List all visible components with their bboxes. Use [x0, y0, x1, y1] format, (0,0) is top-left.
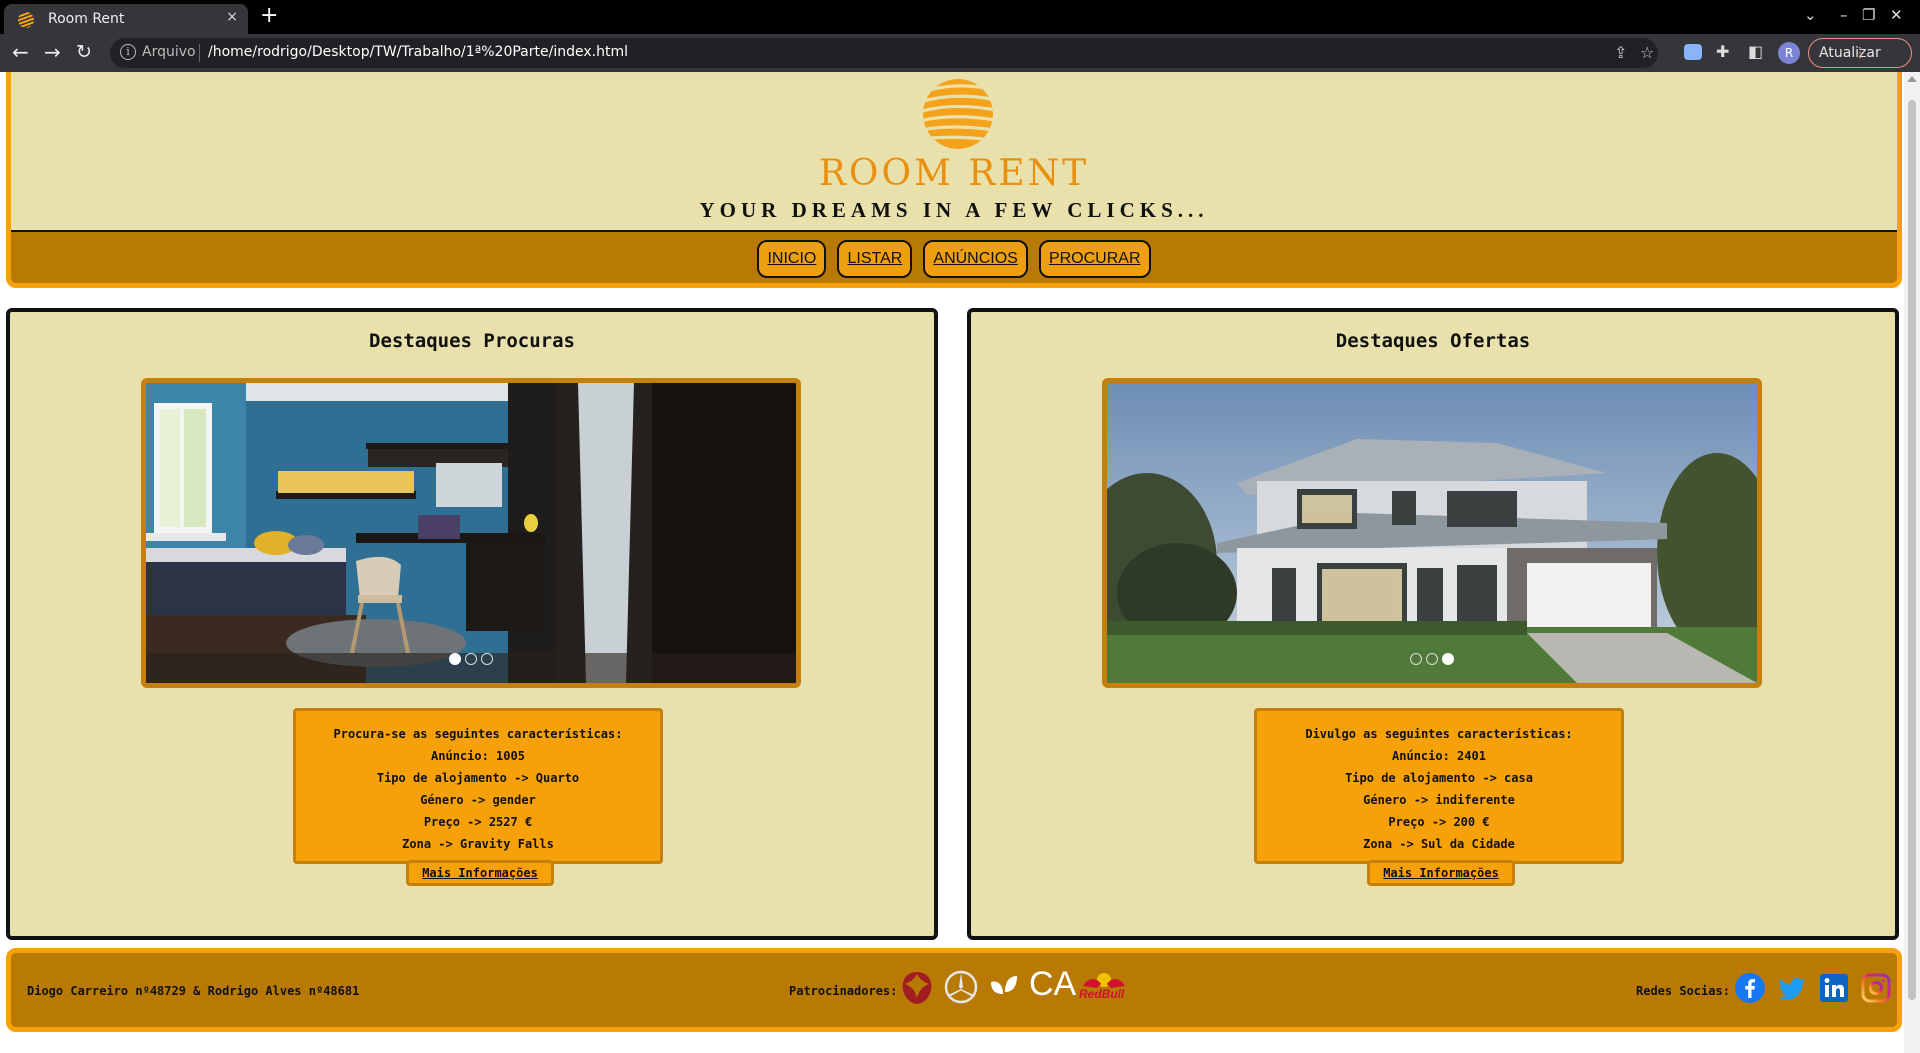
divider: [199, 44, 200, 62]
close-window-icon[interactable]: ✕: [1890, 6, 1903, 24]
nav-procurar[interactable]: PROCURAR: [1038, 240, 1151, 278]
address-bar[interactable]: i Arquivo /home/rodrigo/Desktop/TW/Traba…: [110, 38, 1658, 68]
carousel-dot[interactable]: [1426, 653, 1438, 665]
mais-informacoes-button[interactable]: Mais Informações: [406, 860, 554, 886]
scroll-up-icon[interactable]: [1907, 76, 1917, 82]
back-icon[interactable]: ←: [12, 40, 29, 64]
mais-informacoes-button[interactable]: Mais Informações: [1367, 860, 1515, 886]
carousel-dot[interactable]: [1442, 653, 1454, 665]
house-photo: [1107, 383, 1757, 683]
star-icon[interactable]: ☆: [1640, 43, 1654, 62]
scheme-label: Arquivo: [142, 44, 196, 60]
tab-search-icon[interactable]: ⌄: [1804, 6, 1817, 24]
page-viewport: ROOM RENT YOUR DREAMS IN A FEW CLICKS...…: [0, 72, 1920, 1053]
avatar[interactable]: R: [1778, 42, 1800, 64]
info-line: Tipo de alojamento -> Quarto: [376, 771, 580, 785]
forward-icon[interactable]: →: [44, 40, 61, 64]
ofertas-carousel[interactable]: [1102, 378, 1762, 688]
new-tab-button[interactable]: +: [260, 3, 278, 29]
carousel-dots: [1107, 650, 1757, 669]
site-header: ROOM RENT YOUR DREAMS IN A FEW CLICKS...…: [6, 72, 1902, 288]
minimize-icon[interactable]: –: [1840, 6, 1848, 24]
close-tab-icon[interactable]: ×: [226, 9, 238, 25]
scroll-thumb[interactable]: [1908, 100, 1916, 1000]
browser-tab[interactable]: Room Rent ×: [4, 4, 248, 34]
menu-icon[interactable]: ⋮: [1809, 39, 1911, 61]
ofertas-info-box: Divulgo as seguintes características: An…: [1254, 708, 1624, 864]
instagram-icon[interactable]: [1861, 973, 1891, 1003]
panel-title: Destaques Procuras: [369, 330, 575, 352]
carousel-dot[interactable]: [1410, 653, 1422, 665]
procuras-panel: Destaques Procuras Procura-se as seguint…: [6, 308, 938, 940]
sponsor-ca-logo[interactable]: CA: [1029, 965, 1076, 1004]
nav-anuncios[interactable]: ANÚNCIOS: [923, 240, 1028, 278]
sponsor-bird-logo[interactable]: [899, 968, 935, 1006]
info-line: Zona -> Gravity Falls: [402, 837, 554, 851]
authors-text: Diogo Carreiro nº48729 & Rodrigo Alves n…: [27, 984, 360, 998]
info-line: Zona -> Sul da Cidade: [1363, 837, 1515, 851]
update-button[interactable]: Atualizar ⋮: [1808, 38, 1912, 68]
nav-listar[interactable]: LISTAR: [837, 240, 913, 278]
sponsor-mercedes-logo[interactable]: [943, 968, 979, 1006]
facebook-icon[interactable]: [1735, 973, 1765, 1003]
ofertas-panel: Destaques Ofertas Divulgo as seguintes c…: [967, 308, 1899, 940]
restore-icon[interactable]: ❐: [1862, 6, 1875, 24]
extension-cloud-icon[interactable]: [1684, 44, 1702, 60]
procuras-info-box: Procura-se as seguintes características:…: [293, 708, 663, 864]
info-line: Anúncio: 2401: [1392, 749, 1486, 763]
bedroom-photo: [146, 383, 796, 683]
site-footer: Diogo Carreiro nº48729 & Rodrigo Alves n…: [6, 948, 1902, 1032]
info-line: Preço -> 200 €: [1388, 815, 1490, 829]
info-line: Género -> gender: [420, 793, 536, 807]
sponsor-leaf-logo[interactable]: [987, 968, 1023, 1006]
info-line: Anúncio: 1005: [431, 749, 525, 763]
share-icon[interactable]: ⇪: [1614, 43, 1627, 62]
info-icon[interactable]: i: [120, 44, 136, 60]
site-favicon-icon: [18, 12, 34, 28]
reload-icon[interactable]: ↻: [76, 40, 92, 64]
carousel-dot[interactable]: [465, 653, 477, 665]
browser-tab-strip: Room Rent × + ⌄ – ❐ ✕: [0, 0, 1920, 34]
sidepanel-icon[interactable]: ◧: [1748, 42, 1763, 61]
browser-toolbar: ← → ↻ i Arquivo /home/rodrigo/Desktop/TW…: [0, 34, 1920, 72]
carousel-dots: [146, 650, 796, 669]
twitter-icon[interactable]: [1777, 973, 1807, 1003]
tab-title: Room Rent: [48, 11, 125, 27]
procuras-carousel[interactable]: [141, 378, 801, 688]
linkedin-icon[interactable]: [1819, 973, 1849, 1003]
info-line: Preço -> 2527 €: [423, 815, 533, 829]
main-nav: INICIO LISTAR ANÚNCIOS PROCURAR: [11, 230, 1897, 283]
nav-inicio[interactable]: INICIO: [757, 240, 827, 278]
info-line: Procura-se as seguintes características:: [333, 727, 623, 741]
room-rent-logo: [923, 79, 993, 149]
social-label: Redes Socias:: [1636, 984, 1730, 998]
info-line: Divulgo as seguintes características:: [1305, 727, 1573, 741]
url-text[interactable]: /home/rodrigo/Desktop/TW/Trabalho/1ª%20P…: [208, 44, 628, 60]
sponsors-label: Patrocinadores:: [789, 984, 898, 998]
extension-icon[interactable]: ✚: [1716, 42, 1729, 61]
info-line: Género -> indiferente: [1363, 793, 1515, 807]
panel-title: Destaques Ofertas: [1335, 330, 1531, 352]
tagline: YOUR DREAMS IN A FEW CLICKS...: [699, 198, 1209, 222]
carousel-dot[interactable]: [449, 653, 461, 665]
page-scrollbar[interactable]: [1904, 72, 1920, 1053]
carousel-dot[interactable]: [481, 653, 493, 665]
info-line: Tipo de alojamento -> casa: [1345, 771, 1533, 785]
sponsor-redbull-text: RedBull: [1079, 987, 1125, 1001]
brand-title: ROOM RENT: [818, 153, 1090, 194]
